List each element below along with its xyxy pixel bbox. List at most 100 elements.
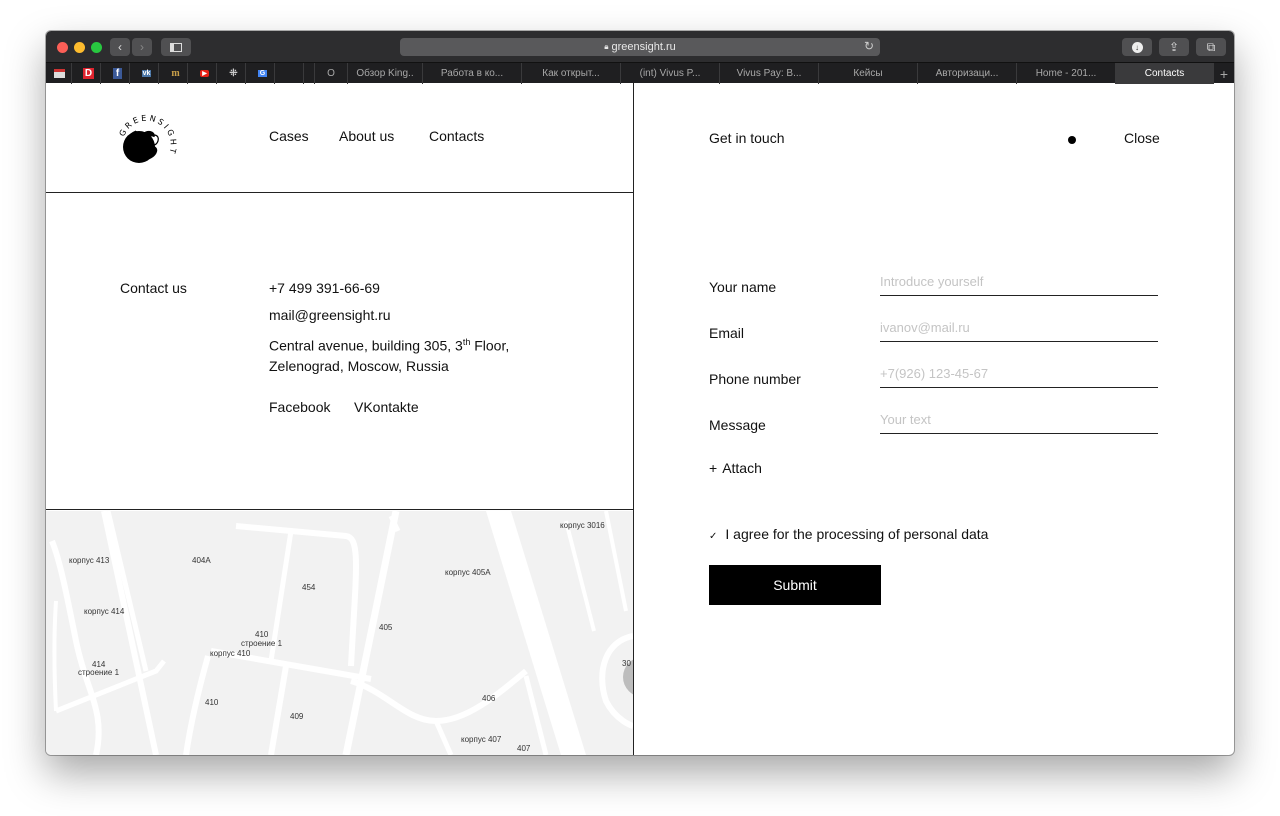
map-label: 406: [482, 694, 496, 703]
youtube-favicon-icon: ▶: [200, 70, 209, 77]
share-icon: ⇪: [1168, 40, 1180, 54]
plus-icon: +: [709, 460, 718, 476]
new-tab-button[interactable]: +: [1213, 63, 1234, 84]
nav-contacts[interactable]: Contacts: [429, 128, 484, 144]
reload-icon[interactable]: ↻: [864, 39, 874, 53]
sidebar-icon: [170, 42, 182, 52]
tab[interactable]: Как открыт...: [521, 63, 620, 84]
map-label: 405: [379, 623, 393, 632]
phone-link[interactable]: +7 499 391-66-69: [269, 280, 380, 296]
tab-label: Contacts: [1144, 68, 1185, 79]
contact-heading: Contact us: [120, 280, 187, 296]
bookmark-translate[interactable]: G: [251, 63, 275, 84]
tab[interactable]: (int) Vivus P...: [620, 63, 719, 84]
phone-label: Phone number: [709, 371, 801, 387]
bookmark-empty: [280, 63, 304, 84]
attach-label: Attach: [722, 460, 762, 476]
map-label: корпус 407: [461, 735, 502, 744]
minimize-window-button[interactable]: [74, 42, 85, 53]
contact-section: Contact us +7 499 391-66-69 mail@greensi…: [46, 193, 633, 510]
map-label: 409: [290, 712, 304, 721]
map-label: 30: [622, 659, 631, 668]
vk-favicon-icon: vk: [141, 70, 152, 77]
title-bar: ‹ › 🔒︎ greensight.ru ↻ ↓ ⇪ ⧉: [46, 31, 1234, 62]
bookmark-m[interactable]: m: [164, 63, 188, 84]
close-window-button[interactable]: [57, 42, 68, 53]
page-content: GREENSIGHT Cases About us Contacts Conta…: [46, 83, 1234, 755]
facebook-favicon-icon: f: [112, 68, 123, 79]
contact-form-panel: Get in touch Close Your name Email Phone…: [634, 83, 1234, 755]
facebook-link[interactable]: Facebook: [269, 399, 330, 415]
attach-button[interactable]: + Attach: [709, 460, 762, 476]
d-favicon-icon: D: [82, 68, 95, 79]
tab-label: Кейсы: [853, 68, 883, 79]
bookmark-vk[interactable]: vk: [135, 63, 159, 84]
lock-icon: 🔒︎: [604, 42, 609, 51]
site-header: GREENSIGHT Cases About us Contacts: [46, 83, 633, 193]
bookmark-pattern[interactable]: ⁜: [222, 63, 246, 84]
map-label: строение 1: [78, 668, 120, 677]
bookmark-facebook[interactable]: f: [106, 63, 130, 84]
address-line1: Central avenue, building 305, 3: [269, 337, 463, 354]
chevron-right-icon: ›: [140, 40, 144, 54]
tabs-icon: ⧉: [1206, 39, 1216, 54]
tab-label: Как открыт...: [542, 68, 600, 79]
tab-active[interactable]: Contacts: [1115, 63, 1213, 84]
agree-checkbox[interactable]: ✓ I agree for the processing of personal …: [709, 526, 988, 542]
email-input[interactable]: [880, 314, 1158, 342]
bookmark-d[interactable]: D: [77, 63, 101, 84]
share-button[interactable]: ⇪: [1159, 38, 1189, 56]
chevron-left-icon: ‹: [118, 40, 122, 54]
message-input[interactable]: [880, 406, 1158, 434]
map-label: корпус 405А: [445, 568, 491, 577]
tab-label: Работа в ко...: [440, 68, 504, 79]
greensight-logo[interactable]: GREENSIGHT: [116, 107, 178, 169]
email-link[interactable]: mail@greensight.ru: [269, 307, 391, 323]
bookmark-youtube[interactable]: ▶: [193, 63, 217, 84]
back-button[interactable]: ‹: [110, 38, 130, 56]
close-button[interactable]: Close: [1124, 130, 1160, 146]
map-label: 454: [302, 583, 316, 592]
tab-bar: D f vk m ▶ ⁜ G О Обзор King.. Работа в к…: [46, 62, 1234, 84]
nav-cases[interactable]: Cases: [269, 128, 309, 144]
checkmark-icon: ✓: [709, 531, 718, 542]
downloads-button[interactable]: ↓: [1122, 38, 1152, 56]
sidebar-toggle-button[interactable]: [161, 38, 191, 56]
tab-label: (int) Vivus P...: [639, 68, 701, 79]
map-roads: [49, 511, 633, 755]
map-label: 407: [517, 744, 531, 753]
address-line1-end: Floor,: [470, 337, 510, 354]
map-label: корпус 3016: [560, 521, 605, 530]
form-title: Get in touch: [709, 130, 785, 146]
vkontakte-link[interactable]: VKontakte: [354, 399, 419, 415]
dot-icon: [1068, 136, 1076, 144]
tab[interactable]: Авторизаци...: [917, 63, 1016, 84]
address-bar[interactable]: 🔒︎ greensight.ru ↻: [400, 38, 880, 56]
address-line2: Zelenograd, Moscow, Russia: [269, 357, 449, 374]
plus-icon: +: [1219, 65, 1229, 82]
zoom-window-button[interactable]: [91, 42, 102, 53]
tabs-overview-button[interactable]: ⧉: [1196, 38, 1226, 56]
tab-label: Авторизаци...: [935, 68, 999, 79]
tab-label: Vivus Pay: B...: [736, 68, 802, 79]
tab[interactable]: Home - 201...: [1016, 63, 1115, 84]
browser-window: ‹ › 🔒︎ greensight.ru ↻ ↓ ⇪ ⧉ D f vk m ▶ …: [46, 31, 1234, 755]
map-label: корпус 414: [84, 607, 125, 616]
tab[interactable]: О: [314, 63, 347, 84]
name-input[interactable]: [880, 268, 1158, 296]
tab[interactable]: Работа в ко...: [422, 63, 521, 84]
phone-input[interactable]: [880, 360, 1158, 388]
url-text: greensight.ru: [611, 41, 676, 53]
forward-button[interactable]: ›: [132, 38, 152, 56]
name-label: Your name: [709, 279, 777, 295]
tab[interactable]: Vivus Pay: B...: [719, 63, 818, 84]
tab[interactable]: Обзор King..: [347, 63, 422, 84]
map[interactable]: корпус 3016 корпус 413 404А корпус 405А …: [46, 511, 633, 755]
map-label: 410: [205, 698, 219, 707]
map-label: строение 1: [241, 639, 283, 648]
submit-button[interactable]: Submit: [709, 565, 881, 605]
nav-about-us[interactable]: About us: [339, 128, 394, 144]
tab[interactable]: Кейсы: [818, 63, 917, 84]
bookmark-calendar[interactable]: [48, 63, 72, 84]
pattern-favicon-icon: ⁜: [229, 68, 238, 79]
